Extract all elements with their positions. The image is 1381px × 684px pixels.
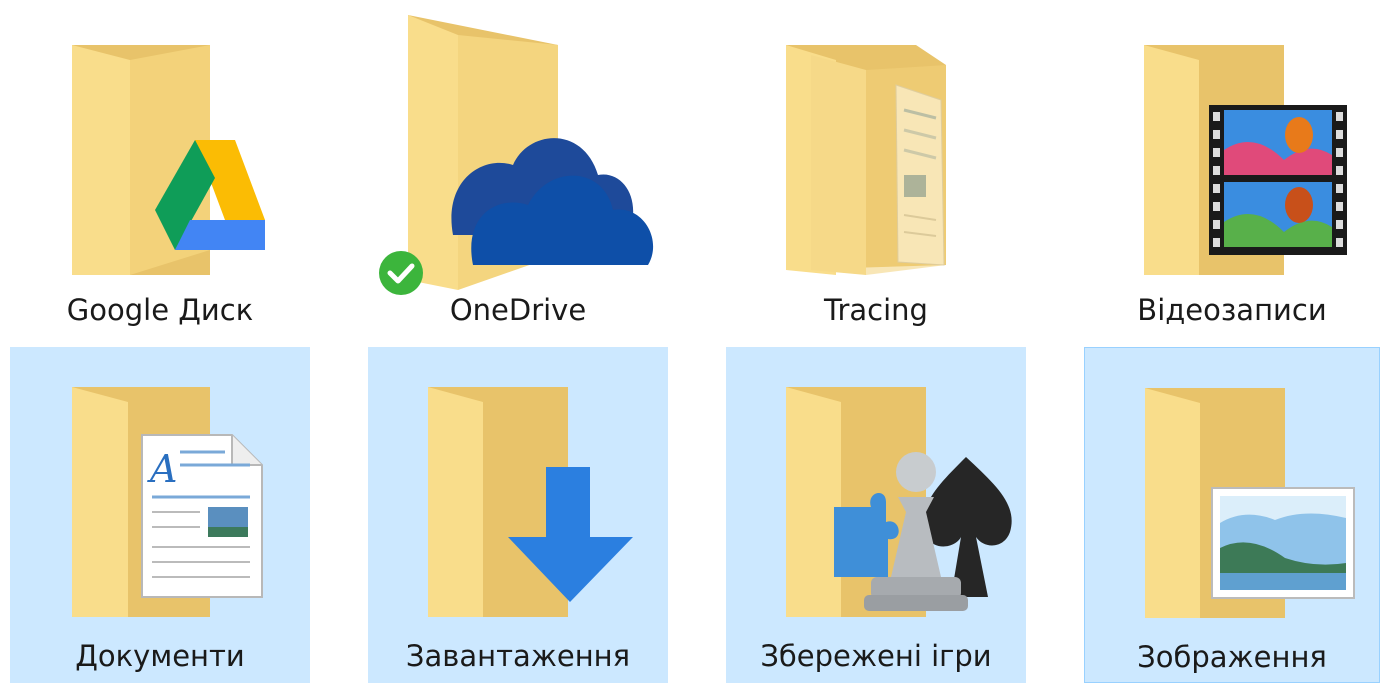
folder-tile-videos[interactable]: Відеозаписи: [1084, 0, 1380, 345]
folder-label: OneDrive: [449, 293, 587, 327]
document-folder-icon: [786, 45, 946, 275]
folder-label: Збережені ігри: [760, 639, 992, 673]
svg-text:A: A: [147, 447, 177, 491]
folder-label: Документи: [75, 639, 245, 673]
folder-tile-tracing[interactable]: Tracing: [726, 0, 1026, 345]
documents-folder-icon: A: [72, 387, 263, 617]
folder-label: Зображення: [1137, 640, 1327, 674]
google-drive-folder-icon: [72, 45, 265, 275]
downloads-folder-icon: [428, 387, 633, 617]
videos-folder-icon: [1144, 45, 1347, 275]
folder-tile-google-drive[interactable]: Google Диск: [10, 0, 310, 345]
folder-tile-downloads[interactable]: Завантаження: [368, 347, 668, 683]
folder-tile-documents[interactable]: A Документи: [10, 347, 310, 683]
folder-label: Google Диск: [66, 293, 254, 327]
folder-label: Tracing: [824, 293, 928, 327]
sync-status-check-icon: [379, 251, 423, 295]
saved-games-folder-icon: [786, 387, 1012, 617]
pictures-folder-icon: [1145, 388, 1355, 618]
folder-tile-onedrive[interactable]: OneDrive: [368, 0, 668, 345]
folder-tile-pictures[interactable]: Зображення: [1084, 347, 1380, 683]
folder-label: Завантаження: [405, 639, 631, 673]
folder-tile-saved-games[interactable]: Збережені ігри: [726, 347, 1026, 683]
folder-label: Відеозаписи: [1137, 293, 1327, 327]
